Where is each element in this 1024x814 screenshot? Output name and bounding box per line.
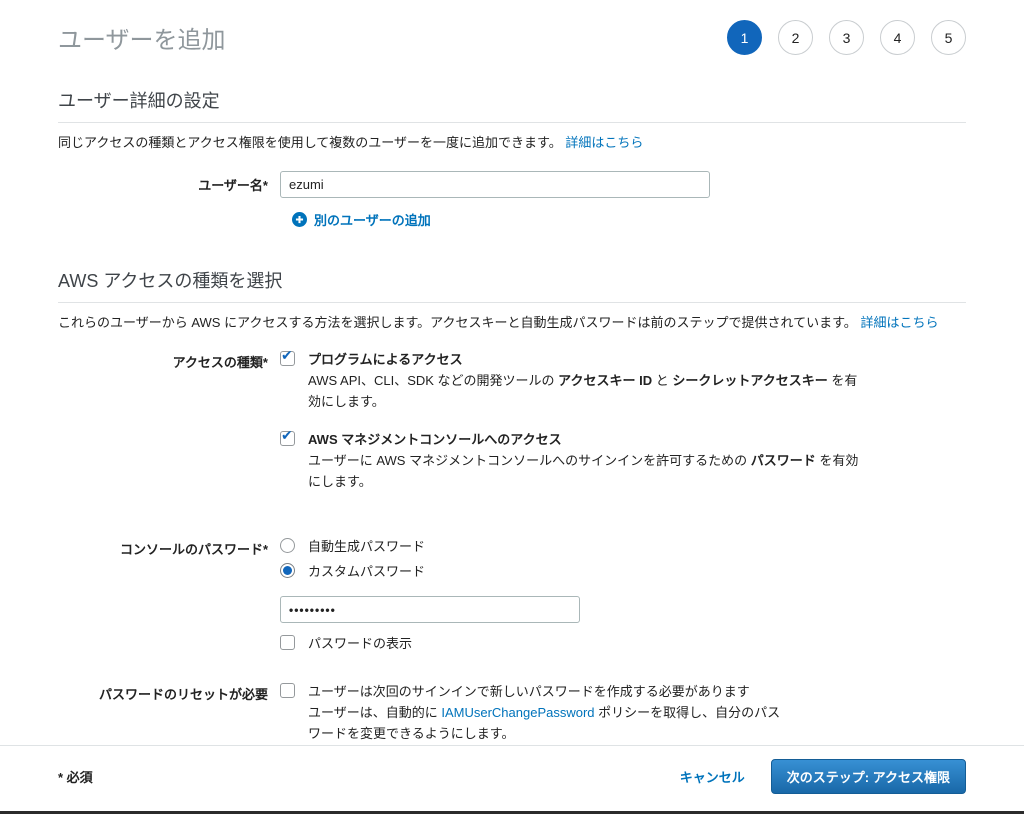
wizard-step-5[interactable]: 5 <box>931 20 966 55</box>
programmatic-access-choice: ✔ プログラムによるアクセス AWS API、CLI、SDK などの開発ツールの… <box>280 349 966 412</box>
password-reset-checkbox[interactable] <box>280 683 295 698</box>
next-step-button[interactable]: 次のステップ: アクセス権限 <box>771 759 966 794</box>
checkmark-icon: ✔ <box>281 348 293 362</box>
show-password-checkbox[interactable] <box>280 635 295 650</box>
section-divider <box>58 302 966 303</box>
programmatic-access-checkbox[interactable]: ✔ <box>280 351 295 366</box>
section-divider <box>58 122 966 123</box>
add-another-user-link[interactable]: 別のユーザーの追加 <box>314 210 431 229</box>
console-access-choice: ✔ AWS マネジメントコンソールへのアクセス ユーザーに AWS マネジメント… <box>280 429 966 492</box>
learn-more-link-user-details[interactable]: 詳細はこちら <box>565 135 643 150</box>
password-reset-text: ユーザーは次回のサインインで新しいパスワードを作成する必要があります ユーザーは… <box>308 681 788 744</box>
user-details-description: 同じアクセスの種類とアクセス権限を使用して複数のユーザーを一度に追加できます。 … <box>58 132 966 151</box>
programmatic-access-text: プログラムによるアクセス AWS API、CLI、SDK などの開発ツールの ア… <box>308 349 868 412</box>
show-password-option: パスワードの表示 <box>280 633 966 652</box>
password-reset-label: パスワードのリセットが必要 <box>58 681 280 744</box>
username-row: ユーザー名* <box>58 171 966 198</box>
access-type-description: これらのユーザーから AWS にアクセスする方法を選択します。アクセスキーと自動… <box>58 312 966 331</box>
access-type-section: AWS アクセスの種類を選択 これらのユーザーから AWS にアクセスする方法を… <box>58 267 966 744</box>
access-type-label: アクセスの種類* <box>58 349 280 509</box>
console-password-label: コンソールのパスワード* <box>58 536 280 652</box>
plus-circle-icon <box>292 212 307 227</box>
add-user-page: ユーザーを追加 1 2 3 4 5 ユーザー詳細の設定 同じアクセスの種類とアク… <box>0 0 1024 744</box>
programmatic-access-description: AWS API、CLI、SDK などの開発ツールの アクセスキー ID と シー… <box>308 370 868 412</box>
access-type-row: アクセスの種類* ✔ プログラムによるアクセス AWS API、CLI、SDK … <box>58 349 966 509</box>
page-title: ユーザーを追加 <box>58 20 226 55</box>
custom-password-label: カスタムパスワード <box>308 561 425 580</box>
iam-policy-link[interactable]: IAMUserChangePassword <box>441 705 594 720</box>
custom-password-input[interactable] <box>280 596 580 623</box>
console-password-row: コンソールのパスワード* 自動生成パスワード カスタムパスワード パスワードの表… <box>58 536 966 652</box>
username-input[interactable] <box>280 171 710 198</box>
password-reset-row: パスワードのリセットが必要 ユーザーは次回のサインインで新しいパスワードを作成す… <box>58 681 966 744</box>
wizard-step-4[interactable]: 4 <box>880 20 915 55</box>
learn-more-link-access-type[interactable]: 詳細はこちら <box>860 315 938 330</box>
wizard-step-2[interactable]: 2 <box>778 20 813 55</box>
required-note: * 必須 <box>58 767 93 786</box>
programmatic-access-title: プログラムによるアクセス <box>308 349 868 370</box>
username-label: ユーザー名* <box>58 175 280 194</box>
console-access-description: ユーザーに AWS マネジメントコンソールへのサインインを許可するための パスワ… <box>308 450 868 492</box>
user-details-heading: ユーザー詳細の設定 <box>58 87 966 113</box>
custom-password-radio[interactable] <box>280 563 295 578</box>
autogenerated-password-radio[interactable] <box>280 538 295 553</box>
custom-password-option: カスタムパスワード <box>280 561 966 580</box>
wizard-steps: 1 2 3 4 5 <box>727 20 966 55</box>
autogenerated-password-option: 自動生成パスワード <box>280 536 966 555</box>
console-access-checkbox[interactable]: ✔ <box>280 431 295 446</box>
console-access-title: AWS マネジメントコンソールへのアクセス <box>308 429 868 450</box>
add-another-user[interactable]: 別のユーザーの追加 <box>292 210 966 229</box>
user-details-description-text: 同じアクセスの種類とアクセス権限を使用して複数のユーザーを一度に追加できます。 <box>58 135 562 150</box>
console-access-text: AWS マネジメントコンソールへのアクセス ユーザーに AWS マネジメントコン… <box>308 429 868 492</box>
wizard-step-1[interactable]: 1 <box>727 20 762 55</box>
access-type-heading: AWS アクセスの種類を選択 <box>58 267 966 293</box>
cancel-link[interactable]: キャンセル <box>680 767 745 786</box>
radio-dot-icon <box>283 566 292 575</box>
password-reset-line1: ユーザーは次回のサインインで新しいパスワードを作成する必要があります <box>308 681 788 702</box>
wizard-step-3[interactable]: 3 <box>829 20 864 55</box>
wizard-footer: * 必須 キャンセル 次のステップ: アクセス権限 <box>0 745 1024 810</box>
user-details-section: ユーザー詳細の設定 同じアクセスの種類とアクセス権限を使用して複数のユーザーを一… <box>58 87 966 229</box>
password-reset-line2: ユーザーは、自動的に IAMUserChangePassword ポリシーを取得… <box>308 702 788 744</box>
page-header: ユーザーを追加 1 2 3 4 5 <box>58 0 966 55</box>
autogenerated-password-label: 自動生成パスワード <box>308 536 425 555</box>
access-type-description-text: これらのユーザーから AWS にアクセスする方法を選択します。アクセスキーと自動… <box>58 315 857 330</box>
show-password-label: パスワードの表示 <box>308 633 412 652</box>
checkmark-icon: ✔ <box>281 428 293 442</box>
